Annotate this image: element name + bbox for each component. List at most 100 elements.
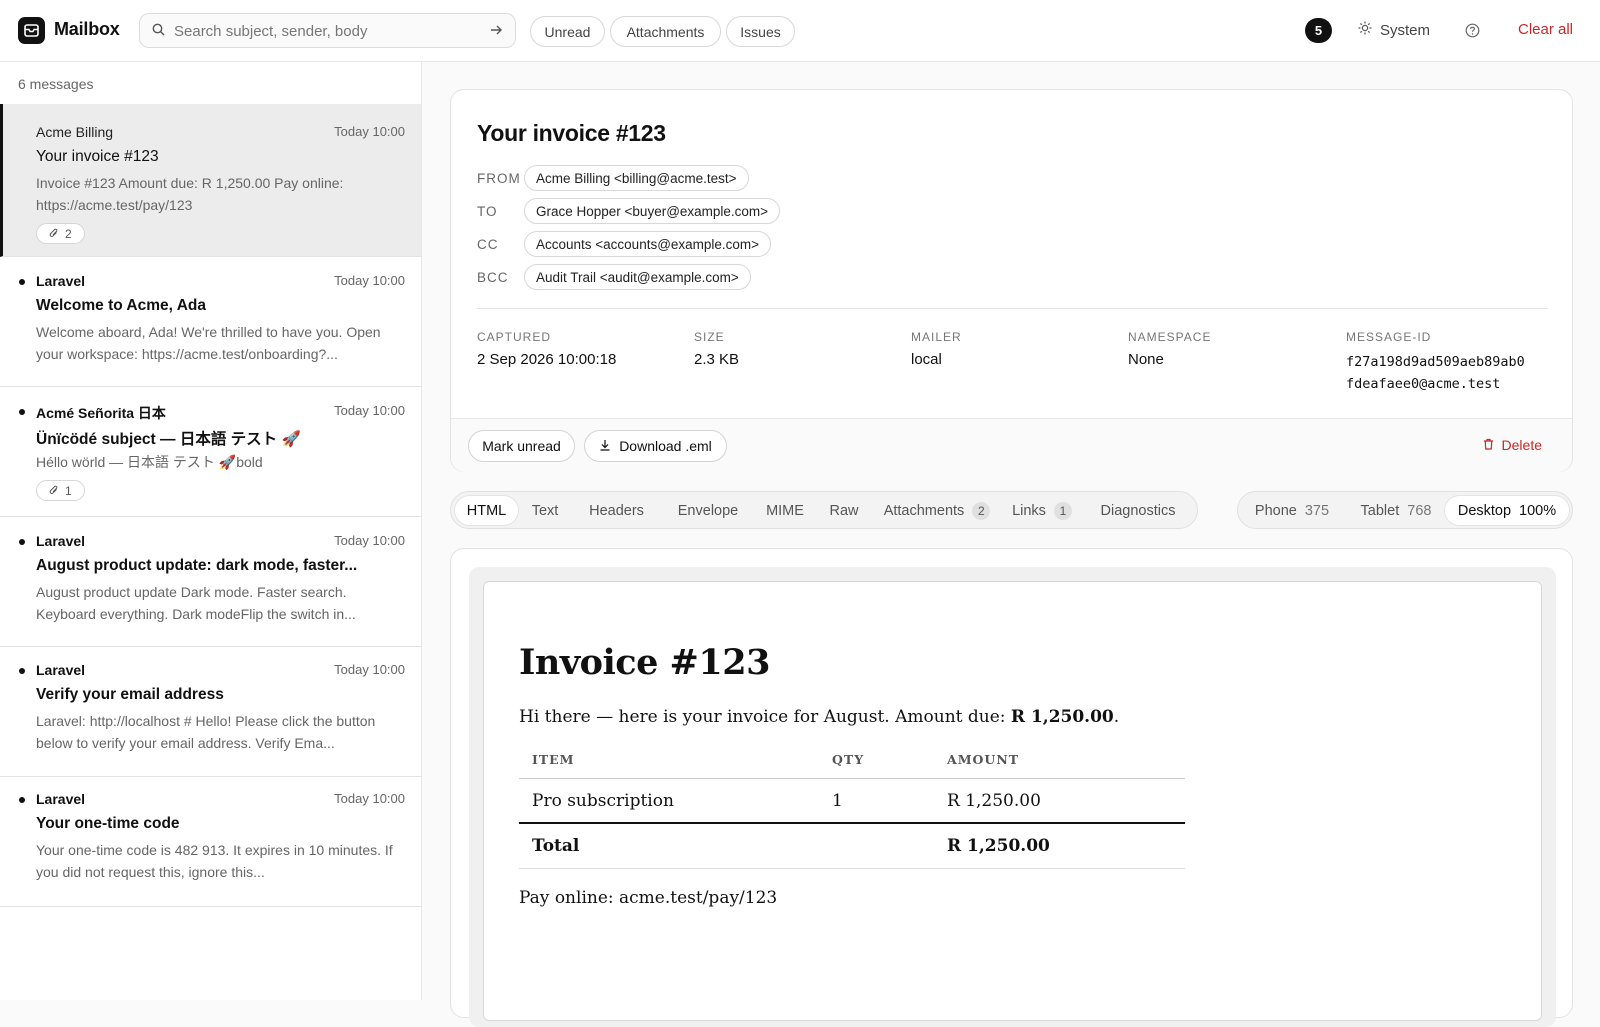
download-eml-button[interactable]: Download .eml — [584, 430, 727, 462]
message-subject: Your one-time code — [36, 815, 180, 832]
message-preview: Invoice #123 Amount due: R 1,250.00 Pay … — [36, 175, 344, 213]
to-label: TO — [477, 203, 498, 219]
item-amount: R 1,250.00 — [934, 778, 1185, 824]
cc-address[interactable]: Accounts <accounts@example.com> — [524, 231, 772, 257]
card-actions: Mark unread Download .eml Delete — [451, 418, 1572, 472]
message-sender: Laravel — [36, 662, 86, 678]
message-preview: Welcome aboard, Ada! We're thrilled to h… — [36, 324, 381, 362]
message-item[interactable]: Laravel Today 10:00 August product updat… — [0, 517, 421, 647]
tab-text[interactable]: Text — [520, 496, 570, 525]
total-row: Total R 1,250.00 — [519, 823, 1185, 869]
total-label: Total — [519, 823, 819, 869]
message-item[interactable]: Laravel Today 10:00 Your one-time code Y… — [0, 777, 421, 907]
email-document: Invoice #123 Hi there — here is your inv… — [483, 581, 1542, 1021]
message-subject: August product update: dark mode, faster… — [36, 557, 358, 574]
bcc-row: BCC Audit Trail <audit@example.com> — [477, 264, 751, 290]
search-icon — [152, 23, 165, 39]
filter-attachments[interactable]: Attachments — [610, 16, 721, 47]
count-badge[interactable]: 5 — [1305, 18, 1332, 43]
bcc-address[interactable]: Audit Trail <audit@example.com> — [524, 264, 751, 290]
mark-unread-button[interactable]: Mark unread — [468, 430, 575, 462]
theme-toggle[interactable]: System — [1358, 21, 1430, 39]
divider — [477, 308, 1548, 309]
message-item[interactable]: Acme Billing Today 10:00 Your invoice #1… — [0, 104, 421, 257]
message-sender: Laravel — [36, 533, 86, 549]
invoice-intro: Hi there — here is your invoice for Augu… — [519, 707, 1120, 727]
trash-icon — [1483, 437, 1494, 453]
tab-links[interactable]: Links 1 — [1003, 496, 1081, 525]
tab-mime[interactable]: MIME — [755, 496, 815, 525]
message-time: Today 10:00 — [334, 791, 405, 806]
invoice-title: Invoice #123 — [519, 642, 770, 683]
unread-dot — [19, 539, 25, 545]
cc-label: CC — [477, 236, 499, 252]
message-time: Today 10:00 — [334, 662, 405, 677]
tab-html[interactable]: HTML — [455, 496, 518, 525]
meta-captured: CAPTURED 2 Sep 2026 10:00:18 — [477, 330, 617, 368]
search-input[interactable] — [174, 20, 474, 42]
column-header-item: ITEM — [519, 742, 819, 779]
message-subject: Welcome to Acme, Ada — [36, 297, 206, 314]
mail-logo-icon — [18, 17, 45, 44]
message-item[interactable]: Laravel Today 10:00 Welcome to Acme, Ada… — [0, 257, 421, 387]
message-time: Today 10:00 — [334, 403, 405, 418]
from-address[interactable]: Acme Billing <billing@acme.test> — [524, 165, 749, 191]
view-tabs: HTML Text Headers Envelope MIME Raw Atta… — [450, 491, 1198, 529]
tab-raw[interactable]: Raw — [817, 496, 871, 525]
unread-dot — [19, 279, 25, 285]
tab-diagnostics[interactable]: Diagnostics — [1084, 496, 1192, 525]
message-title: Your invoice #123 — [477, 120, 666, 146]
bcc-label: BCC — [477, 269, 509, 285]
top-bar: Mailbox Unread Attachments Issues 5 Syst… — [0, 0, 1600, 62]
unread-dot — [19, 797, 25, 803]
message-preview: Your one-time code is 482 913. It expire… — [36, 842, 393, 880]
message-item[interactable]: Laravel Today 10:00 Verify your email ad… — [0, 647, 421, 777]
tab-headers[interactable]: Headers — [572, 496, 661, 525]
message-time: Today 10:00 — [334, 273, 405, 288]
app-name: Mailbox — [54, 19, 120, 39]
amount-due: R 1,250.00 — [1010, 707, 1114, 727]
message-preview: August product update Dark mode. Faster … — [36, 584, 356, 622]
theme-label: System — [1380, 21, 1431, 39]
message-item[interactable]: Acmé Señorita 日本 Today 10:00 Ünïcödé sub… — [0, 387, 421, 517]
message-time: Today 10:00 — [334, 533, 405, 548]
message-sender: Acme Billing — [36, 124, 114, 140]
unread-dot — [19, 668, 25, 674]
tab-attachments[interactable]: Attachments 2 — [874, 496, 1000, 525]
meta-message-id: MESSAGE-ID f27a198d9ad509aeb89ab0 fdeafa… — [1346, 330, 1525, 395]
message-sender: Acmé Señorita 日本 — [36, 405, 166, 421]
message-subject: Ünïcödé subject — 日本語 テスト 🚀 — [36, 431, 301, 448]
viewport-switcher: Phone 375 Tablet 768 Desktop 100% — [1237, 491, 1573, 529]
delete-button[interactable]: Delete — [1483, 437, 1542, 453]
message-sender: Laravel — [36, 273, 86, 289]
filter-unread[interactable]: Unread — [530, 16, 605, 47]
message-subject: Verify your email address — [36, 686, 224, 703]
viewport-desktop[interactable]: Desktop 100% — [1445, 496, 1569, 525]
column-header-qty: QTY — [819, 742, 934, 779]
message-list: 6 messages Acme Billing Today 10:00 Your… — [0, 62, 422, 1000]
to-address[interactable]: Grace Hopper <buyer@example.com> — [524, 198, 781, 224]
html-preview-panel: Invoice #123 Hi there — here is your inv… — [450, 548, 1573, 1027]
clear-all-button[interactable]: Clear all — [1518, 21, 1573, 38]
download-icon — [599, 438, 611, 454]
sun-icon — [1358, 21, 1372, 39]
message-id-value[interactable]: f27a198d9ad509aeb89ab0 fdeafaee0@acme.te… — [1346, 351, 1525, 395]
filter-issues[interactable]: Issues — [726, 16, 795, 47]
arrow-right-icon[interactable] — [489, 23, 503, 40]
viewport-phone[interactable]: Phone 375 — [1242, 496, 1342, 525]
meta-size: SIZE 2.3 KB — [694, 330, 740, 368]
from-row: FROM Acme Billing <billing@acme.test> — [477, 165, 749, 191]
attachment-count: 1 — [36, 480, 85, 501]
table-row: Pro subscription 1 R 1,250.00 — [519, 778, 1185, 824]
pay-online-link[interactable]: Pay online: acme.test/pay/123 — [519, 888, 777, 908]
message-detail-card: Your invoice #123 FROM Acme Billing <bil… — [450, 89, 1573, 472]
from-label: FROM — [477, 170, 521, 186]
message-count: 6 messages — [18, 76, 94, 92]
attachments-count: 2 — [972, 501, 991, 520]
cc-row: CC Accounts <accounts@example.com> — [477, 231, 772, 257]
viewport-tablet[interactable]: Tablet 768 — [1344, 496, 1448, 525]
message-subject: Your invoice #123 — [36, 148, 159, 165]
search-box[interactable] — [139, 13, 516, 48]
help-icon[interactable] — [1465, 23, 1480, 41]
tab-envelope[interactable]: Envelope — [663, 496, 753, 525]
